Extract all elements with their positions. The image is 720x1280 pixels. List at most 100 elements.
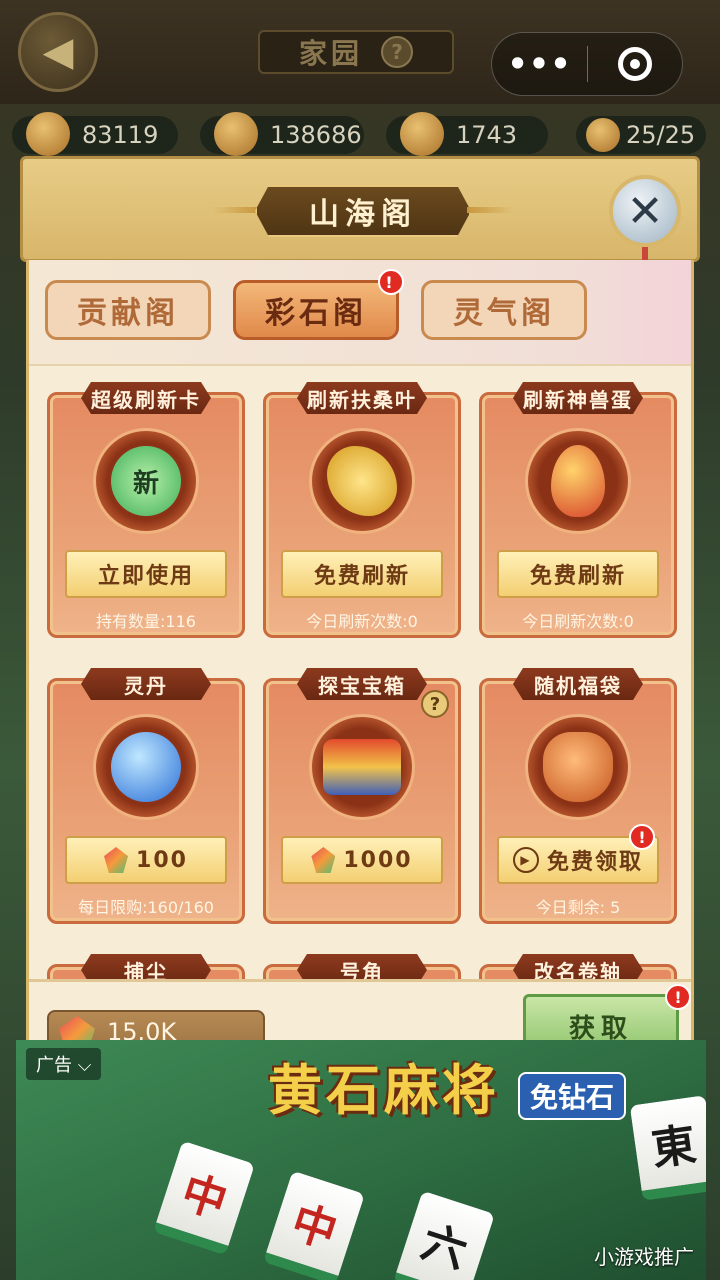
ornament-left: [213, 207, 259, 213]
stone-icon: [400, 112, 444, 156]
card-note: 今日刷新次数:0: [306, 612, 418, 631]
ad-title: 黄石麻将: [268, 1059, 500, 1122]
lucky-bag-icon: [543, 732, 613, 802]
spirit-pill-icon: [111, 732, 181, 802]
arrow-left-icon: ◀: [42, 29, 74, 75]
more-menu-button[interactable]: •••: [492, 45, 587, 83]
back-button[interactable]: ◀: [18, 12, 98, 92]
price-label: 1000: [343, 847, 413, 873]
flame-new-icon: 新: [111, 446, 181, 516]
resource-grain: 138686: [200, 112, 364, 156]
ornament-right: [467, 207, 513, 213]
help-icon[interactable]: ?: [381, 36, 413, 68]
ad-banner[interactable]: 中 中 六 東 广告 ⌵ 黄石麻将 免钻石 小游戏推广: [16, 1040, 706, 1280]
card-title: 超级刷新卡: [81, 382, 211, 414]
item-card-spirit-pill: 灵丹 100 每日限购:160/160: [47, 668, 245, 924]
card-title: 捕尘: [81, 954, 211, 979]
resource-value: 1743: [456, 121, 518, 149]
card-title: 随机福袋: [513, 668, 643, 700]
resource-value: 25/25: [626, 121, 696, 149]
card-title: 改名卷轴: [513, 954, 643, 979]
resource-wood: 83119: [12, 112, 178, 156]
buy-treasure-chest-button[interactable]: 1000: [281, 836, 443, 884]
miniprogram-close-button[interactable]: [588, 47, 682, 81]
item-ring: 新: [93, 428, 199, 534]
golden-leaf-icon: [327, 446, 397, 516]
play-video-icon: ▶: [512, 847, 539, 873]
card-note: 持有数量:116: [96, 612, 196, 631]
target-icon: [617, 47, 652, 81]
resource-value: 138686: [270, 121, 362, 149]
alert-badge: !: [378, 269, 404, 295]
item-card-fusang-leaf: 刷新扶桑叶 免费刷新 今日刷新次数:0: [263, 382, 461, 638]
item-card-beast-egg: 刷新神兽蛋 免费刷新 今日刷新次数:0: [479, 382, 677, 638]
tab-contribution[interactable]: 贡献阁: [45, 280, 211, 340]
grain-icon: [214, 112, 258, 156]
button-label: 免费刷新: [529, 564, 626, 589]
mahjong-tile: 中: [153, 1140, 255, 1256]
item-ring: [525, 428, 631, 534]
button-label: 获取: [568, 1013, 633, 1044]
resource-stamina: 25/25: [576, 116, 706, 154]
button-label: 免费领取: [546, 850, 643, 875]
item-ring: [309, 428, 415, 534]
use-now-button[interactable]: 立即使用: [65, 550, 227, 598]
page-title: 家园 ?: [258, 30, 454, 74]
miniprogram-capsule: •••: [491, 32, 683, 96]
card-title: 刷新扶桑叶: [297, 382, 427, 414]
item-card-partial: 号角: [263, 954, 461, 979]
tab-strip: 贡献阁 彩石阁 ! 灵气阁: [29, 260, 691, 364]
item-card-treasure-chest: 探宝宝箱 ? 1000: [263, 668, 461, 924]
card-title: 灵丹: [81, 668, 211, 700]
card-note: 今日刷新次数:0: [522, 612, 634, 631]
button-label: 免费刷新: [313, 564, 410, 589]
item-ring: [93, 714, 199, 820]
tab-label: 灵气阁: [453, 296, 555, 331]
card-note: 每日限购:160/160: [78, 898, 214, 917]
panel-header: 山海阁 ✕: [20, 156, 700, 307]
card-note: 今日剩余: 5: [535, 898, 621, 917]
ad-subtitle: 免钻石: [518, 1072, 627, 1120]
alert-badge: !: [629, 824, 655, 850]
page-title-label: 家园: [298, 37, 363, 70]
item-ring: [525, 714, 631, 820]
tab-label: 贡献阁: [77, 296, 179, 331]
item-card-partial: 捕尘: [47, 954, 245, 979]
free-refresh-button[interactable]: 免费刷新: [281, 550, 443, 598]
top-bar: ◀ 家园 ? •••: [0, 0, 720, 104]
panel-title: 山海阁: [255, 185, 471, 237]
help-icon[interactable]: ?: [421, 690, 449, 718]
ad-brand: 小游戏推广: [594, 1245, 694, 1269]
button-label: 立即使用: [97, 564, 194, 589]
tab-label: 彩石阁: [265, 296, 367, 331]
close-icon: ✕: [626, 185, 664, 237]
colorstone-icon: [104, 847, 129, 873]
rabbit-icon: [586, 118, 620, 152]
ad-label[interactable]: 广告 ⌵: [26, 1048, 102, 1080]
shanhai-pavilion-panel: 山海阁 ✕ 贡献阁 彩石阁 ! 灵气阁 超级刷新卡 新 立即使用 持有数量:11…: [20, 156, 700, 1058]
panel-body: 贡献阁 彩石阁 ! 灵气阁 超级刷新卡 新 立即使用 持有数量:116 刷新扶桑…: [26, 260, 694, 1058]
mahjong-tile: 中: [263, 1170, 365, 1280]
resource-stone: 1743: [386, 112, 548, 156]
close-button[interactable]: ✕: [609, 175, 681, 247]
card-title: 探宝宝箱: [297, 668, 427, 700]
card-title: 刷新神兽蛋: [513, 382, 643, 414]
item-card-lucky-bag: 随机福袋 ▶ 免费领取 ! 今日剩余: 5: [479, 668, 677, 924]
wood-icon: [26, 112, 70, 156]
beast-egg-icon: [551, 445, 605, 517]
tab-colorstone[interactable]: 彩石阁 !: [233, 269, 404, 340]
colorstone-icon: [311, 847, 336, 873]
item-card-partial: 改名卷轴: [479, 954, 677, 979]
price-label: 100: [136, 847, 188, 873]
alert-badge: !: [665, 984, 691, 1010]
treasure-chest-icon: [323, 739, 401, 795]
item-card-super-refresh: 超级刷新卡 新 立即使用 持有数量:116: [47, 382, 245, 638]
mahjong-tile: 六: [393, 1190, 495, 1280]
free-refresh-button[interactable]: 免费刷新: [497, 550, 659, 598]
tab-spirit[interactable]: 灵气阁: [421, 280, 587, 340]
buy-spirit-pill-button[interactable]: 100: [65, 836, 227, 884]
resource-value: 83119: [82, 121, 159, 149]
card-title: 号角: [297, 954, 427, 979]
item-grid: 超级刷新卡 新 立即使用 持有数量:116 刷新扶桑叶 免费刷新 今日刷新次数:…: [29, 364, 691, 979]
item-ring: [309, 714, 415, 820]
